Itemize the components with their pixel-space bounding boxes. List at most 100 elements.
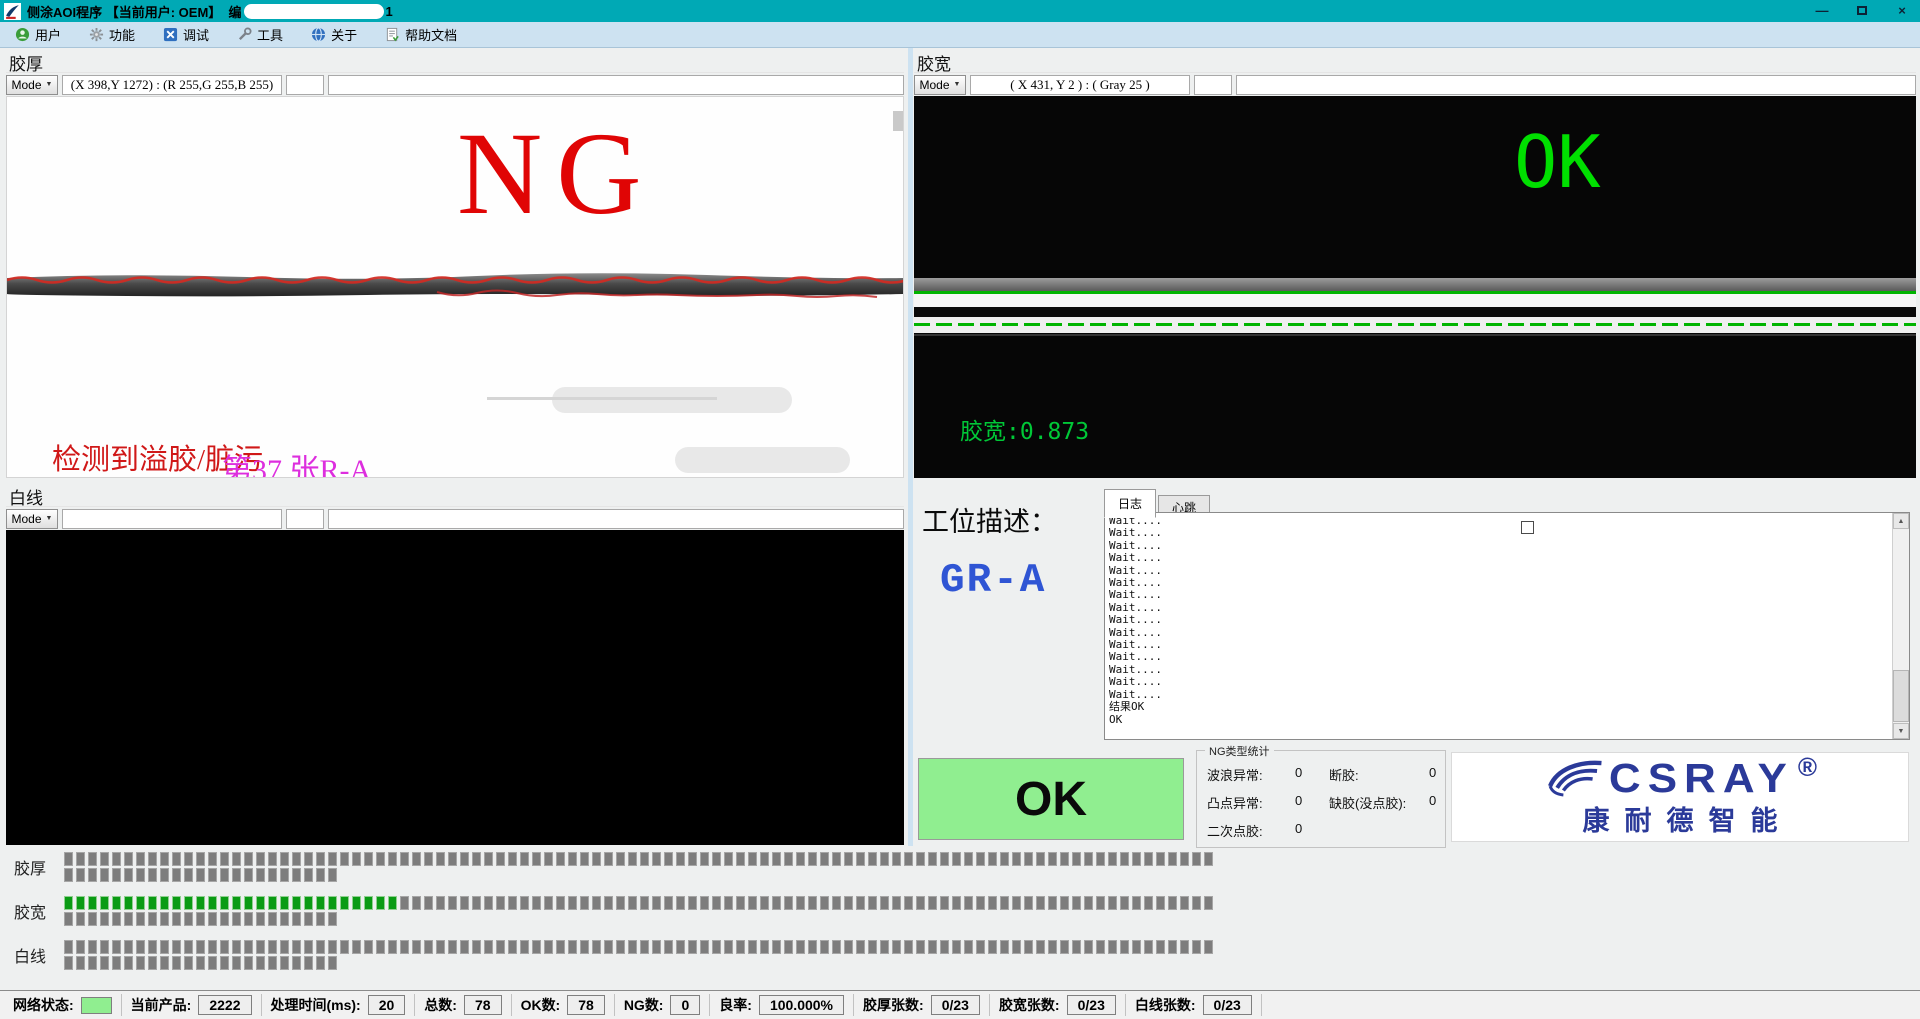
grid-cell — [160, 868, 169, 882]
logo-subtitle: 康耐德智能 — [1568, 799, 1793, 838]
mode-dropdown-jiaokuan[interactable]: Mode ▼ — [914, 75, 966, 95]
grid-cell — [460, 940, 469, 954]
scroll-thumb[interactable] — [1893, 670, 1909, 722]
grid-cell — [1192, 940, 1201, 954]
grid-cell — [724, 852, 733, 866]
log-panel: Wait....Wait....Wait....Wait....Wait....… — [1104, 512, 1910, 740]
image-view-baixian[interactable] — [6, 530, 904, 845]
grid-cell — [772, 896, 781, 910]
grid-cell — [1096, 896, 1105, 910]
grid-cell — [376, 940, 385, 954]
grid-cell — [400, 896, 409, 910]
ng-stat-label: 波浪异常: — [1207, 765, 1295, 784]
grid-cell — [268, 940, 277, 954]
grid-cell — [148, 940, 157, 954]
grid-cell — [916, 940, 925, 954]
mode-dropdown-jiaohou[interactable]: Mode ▼ — [6, 75, 58, 95]
grid-cell — [112, 896, 121, 910]
grid-cell — [1060, 940, 1069, 954]
grid-cell — [76, 868, 85, 882]
registered-mark: ® — [1798, 757, 1817, 777]
menu-item-help[interactable]: 帮助文档 — [376, 23, 466, 46]
tools-icon — [237, 27, 252, 42]
grid-cell — [148, 896, 157, 910]
grid-cell — [1108, 896, 1117, 910]
grid-row — [64, 940, 1216, 954]
image-artifact — [893, 111, 904, 131]
grid-cell — [820, 852, 829, 866]
statusbar-field: 良率:100.000% — [710, 994, 854, 1016]
grid-cell — [568, 940, 577, 954]
menu-item-about[interactable]: 关于 — [302, 23, 366, 46]
image-view-jiaohou[interactable]: NG 检测到溢胶/脏污 溢胶最小面积:2538 溢胶最大面积:2538 第37 … — [6, 96, 904, 478]
menu-item-user[interactable]: 用户 — [6, 23, 70, 46]
mode-label: Mode — [920, 78, 950, 92]
image-view-jiaokuan[interactable]: OK 胶宽:0.873 — [914, 96, 1916, 478]
grid-cell — [400, 940, 409, 954]
tab-log[interactable]: 日志 — [1104, 489, 1156, 518]
ng-stat-value: 0 — [1429, 765, 1449, 784]
grid-cell — [148, 956, 157, 970]
grid-cell — [712, 852, 721, 866]
grid-cell — [304, 956, 313, 970]
grid-cell — [280, 868, 289, 882]
grid-row — [64, 912, 1216, 926]
grid-cell — [628, 940, 637, 954]
grid-cell — [340, 852, 349, 866]
grid-cell — [172, 868, 181, 882]
log-scrollbar[interactable]: ▲ ▼ — [1892, 513, 1909, 739]
camera-band-gray — [914, 278, 1916, 292]
grid-cell — [1156, 940, 1165, 954]
menu-item-label: 帮助文档 — [405, 25, 457, 44]
grid-cell — [1144, 940, 1153, 954]
grid-cell — [208, 956, 217, 970]
close-button[interactable]: × — [1894, 0, 1910, 22]
grid-cell — [136, 956, 145, 970]
grid-cell — [580, 940, 589, 954]
grid-cell — [328, 956, 337, 970]
grid-cell — [316, 912, 325, 926]
grid-cell — [184, 940, 193, 954]
grid-cell — [232, 852, 241, 866]
grid-cell — [1024, 940, 1033, 954]
status-bar: 网络状态:当前产品:2222处理时间(ms):20总数:78OK数:78NG数:… — [0, 990, 1920, 1019]
grid-cell — [1000, 852, 1009, 866]
grid-cell — [1120, 896, 1129, 910]
grid-cell — [388, 940, 397, 954]
ng-stat-label: 二次点胶: — [1207, 821, 1295, 840]
statusbar-label: 胶厚张数: — [863, 995, 924, 1015]
menu-item-tools[interactable]: 工具 — [228, 23, 292, 46]
mode-dropdown-baixian[interactable]: Mode ▼ — [6, 509, 58, 529]
grid-cell — [1060, 852, 1069, 866]
scroll-up-icon[interactable]: ▲ — [1893, 513, 1909, 529]
grid-cell — [100, 868, 109, 882]
grid-cell — [580, 896, 589, 910]
panel-splitter — [908, 48, 913, 846]
grid-cell — [916, 852, 925, 866]
mode-label: Mode — [12, 78, 42, 92]
grid-cell — [1120, 852, 1129, 866]
grid-cell — [352, 896, 361, 910]
grid-cell — [280, 896, 289, 910]
coord-readout-jiaohou: (X 398,Y 1272) : (R 255,G 255,B 255) — [62, 75, 282, 95]
statusbar-value: 0/23 — [1203, 995, 1252, 1015]
grid-cell — [268, 912, 277, 926]
menu-item-func[interactable]: 功能 — [80, 23, 144, 46]
grid-cell — [460, 896, 469, 910]
grid-cell — [1180, 940, 1189, 954]
scroll-down-icon[interactable]: ▼ — [1893, 723, 1909, 739]
overall-result-button[interactable]: OK — [918, 758, 1184, 840]
grid-cell — [748, 852, 757, 866]
log-checkbox[interactable] — [1521, 521, 1534, 534]
grid-cell — [724, 940, 733, 954]
ng-stats-grid: 波浪异常:0断胶:0凸点异常:0缺胶(没点胶):0二次点胶:0 — [1197, 751, 1445, 840]
grid-cell — [712, 896, 721, 910]
grid-cell — [88, 896, 97, 910]
grid-cell — [676, 940, 685, 954]
menu-item-debug[interactable]: 调试 — [154, 23, 218, 46]
grid-group: 胶厚 — [14, 852, 1920, 882]
grid-cell — [256, 940, 265, 954]
maximize-button[interactable] — [1854, 0, 1870, 22]
minimize-button[interactable]: — — [1814, 0, 1830, 22]
grid-cell — [136, 940, 145, 954]
